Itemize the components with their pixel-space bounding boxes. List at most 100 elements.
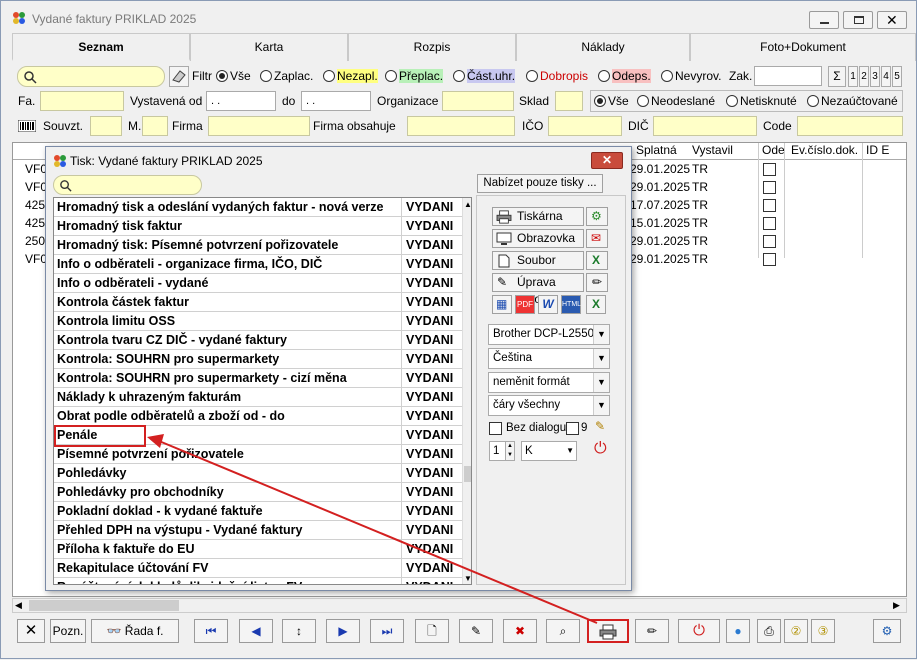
filter-dobropis[interactable]: Dobropis bbox=[526, 69, 588, 83]
first-record-button[interactable]: ⏮ bbox=[194, 619, 228, 643]
copies-stepper[interactable]: ▲ ▼ bbox=[505, 441, 515, 461]
email-button[interactable]: ✉ bbox=[586, 229, 608, 248]
find-button[interactable]: ⌕ bbox=[546, 619, 580, 643]
col-ode[interactable]: Ode bbox=[762, 143, 785, 160]
language-select[interactable]: Čeština ▼ bbox=[488, 348, 610, 369]
maximize-button[interactable] bbox=[843, 11, 873, 29]
report-list-item[interactable]: Rekapitulace účtování FV VYDANI bbox=[54, 559, 471, 578]
col-id-e[interactable]: ID E bbox=[866, 143, 889, 160]
dialog-close-button[interactable]: ✕ bbox=[591, 152, 623, 169]
status-vse[interactable]: Vše bbox=[594, 94, 629, 108]
report-list-item[interactable]: Kontrola částek faktur VYDANI bbox=[54, 293, 471, 312]
report-list-item[interactable]: Příloha k faktuře do EU VYDANI bbox=[54, 540, 471, 559]
filter-cast-uhr[interactable]: Část.uhr. bbox=[453, 69, 516, 83]
sort-button[interactable]: ↕ bbox=[282, 619, 316, 643]
printer-settings-button[interactable]: ⚙ bbox=[586, 207, 608, 226]
souvzt-input[interactable] bbox=[90, 116, 122, 136]
xls-export-button[interactable]: X bbox=[586, 295, 606, 314]
report-list-item[interactable]: Obrat podle odběratelů a zboží od - do VY… bbox=[54, 407, 471, 426]
status-neodeslane[interactable]: Neodeslané bbox=[637, 94, 715, 108]
status-netisknute[interactable]: Netisknuté bbox=[726, 94, 797, 108]
power-icon[interactable]: ⏻ bbox=[594, 440, 607, 458]
dialog-search-input[interactable] bbox=[53, 175, 202, 195]
scroll-down-icon[interactable]: ▼ bbox=[464, 574, 471, 583]
row-ode-checkbox[interactable] bbox=[763, 253, 776, 266]
filter-nevyrov[interactable]: Nevyrov. bbox=[661, 69, 721, 83]
tab-foto-dokument[interactable]: Foto+Dokument bbox=[690, 33, 916, 61]
word-export-button[interactable]: W bbox=[538, 295, 558, 314]
dic-input[interactable] bbox=[653, 116, 757, 136]
row-ode-checkbox[interactable] bbox=[763, 181, 776, 194]
report-list-item[interactable]: Hromadný tisk faktur VYDANI bbox=[54, 217, 471, 236]
tab-seznam[interactable]: Seznam bbox=[12, 33, 190, 61]
report-list-item[interactable]: Info o odběrateli - vydané VYDANI bbox=[54, 274, 471, 293]
code-input[interactable] bbox=[797, 116, 903, 136]
status-nezauctovane[interactable]: Nezaúčtované bbox=[807, 94, 898, 108]
report-list-item[interactable]: Kontrola tvaru CZ DIČ - vydané faktury VY… bbox=[54, 331, 471, 350]
firma-input[interactable] bbox=[208, 116, 310, 136]
report-list-item[interactable]: Rozúčtování dokladů, likvidační listy - … bbox=[54, 578, 471, 584]
scroll-right-icon[interactable]: ▶ bbox=[893, 600, 900, 611]
excel-button[interactable]: X bbox=[586, 251, 608, 270]
list-scroll-thumb[interactable] bbox=[464, 466, 471, 482]
nine-checkbox[interactable] bbox=[566, 422, 579, 435]
report-list-item[interactable]: Písemné potvrzení pořizovatele VYDANI bbox=[54, 445, 471, 464]
horizontal-scrollbar[interactable]: ◀ ▶ bbox=[12, 598, 907, 613]
report-list-item[interactable]: Pohledávky VYDANI bbox=[54, 464, 471, 483]
col-vystavil[interactable]: Vystavil bbox=[692, 143, 733, 160]
row-ode-checkbox[interactable] bbox=[763, 217, 776, 230]
organizace-input[interactable] bbox=[442, 91, 514, 111]
scroll-thumb[interactable] bbox=[29, 600, 179, 611]
zak-input[interactable] bbox=[754, 66, 822, 86]
eraser-button[interactable] bbox=[169, 66, 189, 87]
rada-button[interactable]: 👓 Řada f. bbox=[91, 619, 179, 643]
badge-3-button[interactable]: ③ bbox=[811, 619, 835, 643]
bez-dialogu-checkbox[interactable] bbox=[489, 422, 502, 435]
last-record-button[interactable]: ⏭ bbox=[370, 619, 404, 643]
fa-input[interactable] bbox=[40, 91, 124, 111]
lines-select[interactable]: čáry všechny ▼ bbox=[488, 395, 610, 416]
report-list-item[interactable]: Kontrola: SOUHRN pro supermarkety VYDANI bbox=[54, 350, 471, 369]
pozn-button[interactable]: Pozn. bbox=[50, 619, 86, 643]
prev-record-button[interactable]: ◀ bbox=[239, 619, 273, 643]
file-button[interactable]: Soubor bbox=[492, 251, 584, 270]
num-button-1[interactable]: 1 bbox=[848, 66, 858, 87]
report-list-scrollbar[interactable]: ▲ ▼ bbox=[462, 198, 471, 584]
num-button-4[interactable]: 4 bbox=[881, 66, 891, 87]
row-ode-checkbox[interactable] bbox=[763, 235, 776, 248]
help-icon[interactable]: ✎ bbox=[595, 419, 605, 433]
minimize-button[interactable] bbox=[809, 11, 839, 29]
grid-export-button[interactable]: ▦ bbox=[492, 295, 512, 314]
m-input[interactable] bbox=[142, 116, 168, 136]
tab-rozpis[interactable]: Rozpis bbox=[348, 33, 516, 61]
row-ode-checkbox[interactable] bbox=[763, 163, 776, 176]
printer-button[interactable]: Tiskárna bbox=[492, 207, 584, 226]
tab-karta[interactable]: Karta bbox=[190, 33, 348, 61]
sigma-button[interactable]: Σ bbox=[828, 66, 846, 87]
filter-zaplac[interactable]: Zaplac. bbox=[260, 69, 313, 83]
col-splatna[interactable]: Splatná bbox=[636, 143, 677, 160]
report-list-item[interactable]: Pokladní doklad - k vydané faktuře VYDANI bbox=[54, 502, 471, 521]
report-list[interactable]: Hromadný tisk a odeslání vydaných faktur… bbox=[53, 197, 472, 585]
edit-record-button[interactable]: ✎ bbox=[459, 619, 493, 643]
report-edit-button[interactable]: ✏ bbox=[635, 619, 669, 643]
report-list-item[interactable]: Kontrola: SOUHRN pro supermarkety - cizí… bbox=[54, 369, 471, 388]
date-to-input[interactable]: . . bbox=[301, 91, 371, 111]
filter-vse[interactable]: Vše bbox=[216, 69, 251, 83]
row-ode-checkbox[interactable] bbox=[763, 199, 776, 212]
close-button[interactable]: ✕ bbox=[877, 11, 907, 29]
report-list-item[interactable]: Hromadný tisk a odeslání vydaných faktur… bbox=[54, 198, 471, 217]
print-button[interactable] bbox=[587, 619, 629, 643]
color-button[interactable]: ● bbox=[726, 619, 750, 643]
report-list-item[interactable]: Náklady k uhrazeným fakturám VYDANI bbox=[54, 388, 471, 407]
ico-input[interactable] bbox=[548, 116, 622, 136]
scroll-up-icon[interactable]: ▲ bbox=[464, 200, 471, 209]
firma-obsahuje-input[interactable] bbox=[407, 116, 515, 136]
printer-select[interactable]: Brother DCP-L2550D ▼ bbox=[488, 324, 610, 345]
search-input[interactable] bbox=[17, 66, 165, 87]
num-button-5[interactable]: 5 bbox=[892, 66, 902, 87]
power-button[interactable]: ⏻ bbox=[678, 619, 720, 643]
num-button-2[interactable]: 2 bbox=[859, 66, 869, 87]
col-ev-cislo[interactable]: Ev.číslo.dok. bbox=[791, 143, 858, 160]
new-record-button[interactable]: 🗋 bbox=[415, 619, 449, 643]
